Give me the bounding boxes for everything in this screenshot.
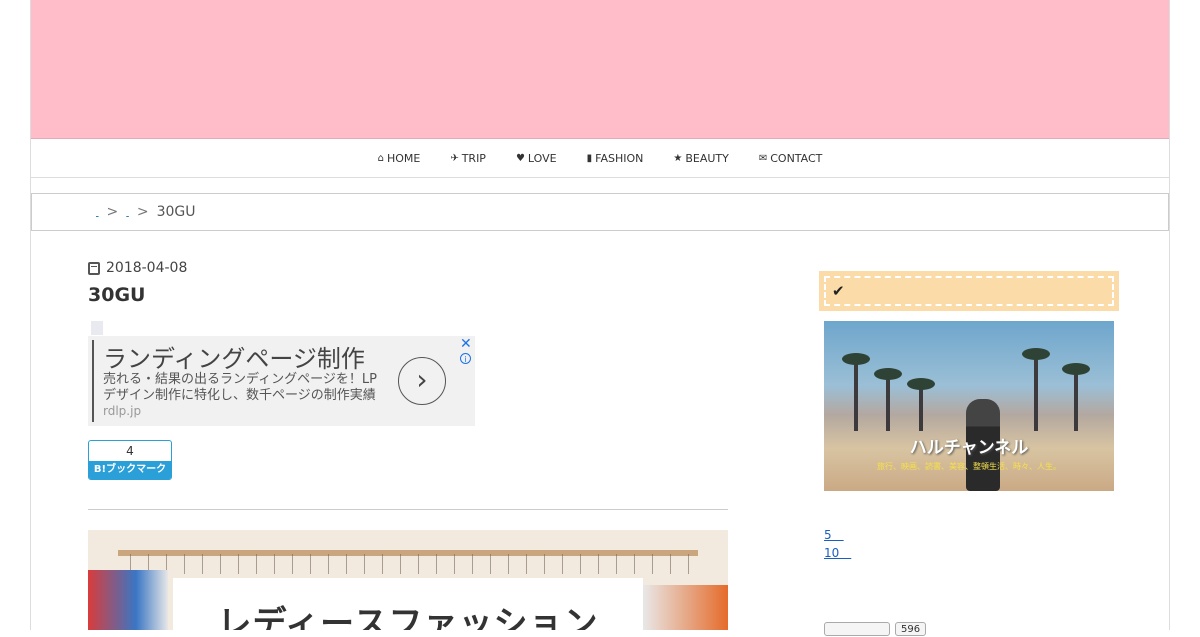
plane-icon: ✈ [450, 152, 459, 164]
sidebar-link[interactable]: 5 [824, 526, 844, 543]
hangers [118, 554, 698, 574]
calendar-icon [88, 261, 100, 275]
info-icon[interactable]: i [460, 353, 471, 364]
heart-icon: ♥ [515, 152, 525, 164]
divider [88, 509, 728, 510]
sidebar-heading: ✔ [819, 271, 1119, 311]
palm-tree [907, 378, 935, 431]
nav-label: CONTACT [770, 151, 823, 165]
nav-label: HOME [386, 151, 421, 165]
follow-button[interactable] [824, 622, 890, 636]
check-icon: ✔ [832, 282, 845, 300]
post-hero-image: レディースファッション [88, 530, 728, 630]
home-icon: ⌂ [377, 152, 384, 164]
breadcrumb-category-link[interactable] [126, 208, 129, 217]
palm-tree [874, 368, 902, 431]
breadcrumb-separator: > [136, 204, 149, 220]
breadcrumb-separator: > [106, 204, 119, 220]
nav-label: FASHION [595, 151, 644, 165]
palm-tree [842, 353, 870, 431]
nav-item-contact[interactable]: ✉ CONTACT [759, 152, 823, 165]
page-container: ⌂ HOME ✈ TRIP ♥ LOVE ▮ FASHION ★ BEAUTY ✉ CONT… [30, 0, 1170, 636]
bookmark-label: B!ブックマーク [89, 461, 171, 479]
clothes-right [643, 585, 728, 630]
ad-accent-bar [92, 340, 94, 422]
post-title: 30GU [88, 284, 146, 306]
breadcrumb: > > 30GU [31, 193, 1169, 231]
sidebar-heading-frame: ✔ [824, 276, 1114, 306]
breadcrumb-current: 30GU [156, 204, 196, 220]
ad-description: 売れる・結果の出るランディングページを！LPデザイン制作に特化し、数千ページの制… [103, 372, 377, 403]
sidebar-link[interactable]: 10 [824, 544, 851, 561]
nav-item-love[interactable]: ♥ LOVE [516, 152, 557, 165]
post-date-text: 2018-04-08 [106, 260, 188, 276]
hero-caption-box: レディースファッション [173, 578, 643, 630]
ad-headline[interactable]: ランディングページ制作 [103, 339, 365, 374]
envelope-icon: ✉ [758, 152, 768, 164]
nav-item-home[interactable]: ⌂ HOME [378, 152, 421, 165]
ad-label-tag [91, 321, 103, 335]
nav-label: LOVE [527, 151, 557, 165]
palm-tree [1062, 363, 1090, 431]
banner-subtitle: 旅行、映画、読書、美容、整頓生活、時々、人生。 [877, 462, 1061, 471]
hero-caption: レディースファッション [217, 604, 599, 630]
breadcrumb-home-link[interactable] [96, 208, 99, 217]
hatena-bookmark-button[interactable]: 4 B!ブックマーク [88, 440, 172, 480]
palm-tree [1022, 348, 1050, 431]
nav-label: TRIP [461, 151, 486, 165]
ad-url: rdlp.jp [103, 404, 142, 418]
nav-item-beauty[interactable]: ★ BEAUTY [673, 152, 728, 165]
banner-title: ハルチャンネル [909, 438, 1029, 458]
star-icon: ★ [673, 152, 683, 164]
sidebar-profile-banner[interactable]: ハルチャンネル 旅行、映画、読書、美容、整頓生活、時々、人生。 [824, 321, 1114, 491]
chevron-right-icon[interactable]: › [398, 357, 446, 405]
follower-count: 596 [895, 622, 927, 636]
global-nav: ⌂ HOME ✈ TRIP ♥ LOVE ▮ FASHION ★ BEAUTY ✉ CONT… [31, 139, 1169, 178]
bookmark-count: 4 [126, 444, 134, 458]
nav-label: BEAUTY [685, 151, 729, 165]
header-banner[interactable] [31, 0, 1169, 139]
ad-banner[interactable]: ランディングページ制作 売れる・結果の出るランディングページを！LPデザイン制作… [88, 336, 475, 426]
shirt-icon: ▮ [586, 152, 593, 164]
nav-item-fashion[interactable]: ▮ FASHION [587, 152, 644, 165]
nav-item-trip[interactable]: ✈ TRIP [450, 152, 486, 165]
close-icon[interactable]: ✕ [460, 336, 472, 352]
post-date: 2018-04-08 [88, 260, 187, 276]
clothes-left [88, 570, 168, 630]
